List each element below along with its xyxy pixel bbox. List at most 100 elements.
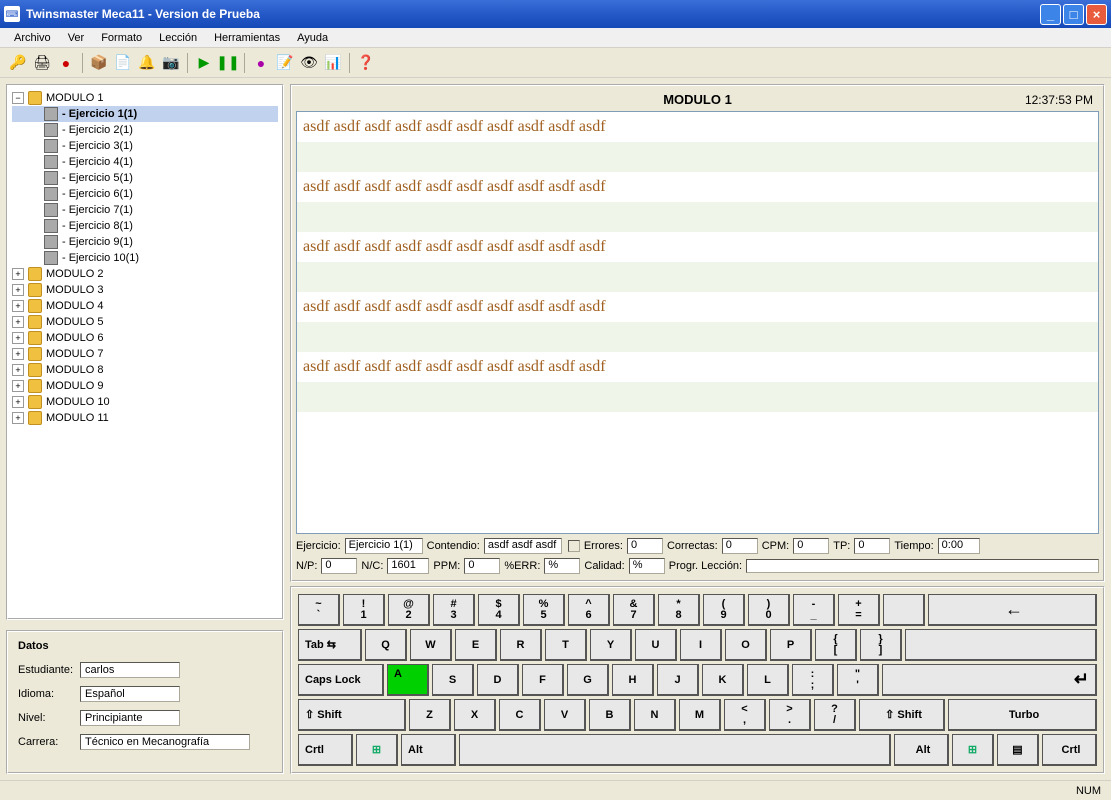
key-lalt[interactable]: Alt	[401, 734, 456, 766]
tree-exercise[interactable]: - Ejercicio 9(1)	[12, 234, 278, 250]
key-enter[interactable]: ↵	[882, 664, 1097, 696]
menu-archivo[interactable]: Archivo	[6, 30, 59, 46]
key-menu[interactable]: ▤	[997, 734, 1039, 766]
expand-icon[interactable]: +	[12, 364, 24, 376]
key-capslock[interactable]: Caps Lock	[298, 664, 384, 696]
tree-exercise[interactable]: - Ejercicio 7(1)	[12, 202, 278, 218]
key-j[interactable]: J	[657, 664, 699, 696]
key-ralt[interactable]: Alt	[894, 734, 949, 766]
menu-leccion[interactable]: Lección	[151, 30, 205, 46]
key-8[interactable]: *8	[658, 594, 700, 626]
key-blank2[interactable]	[905, 629, 1097, 661]
key-a[interactable]: A	[387, 664, 429, 696]
tree-module[interactable]: +MODULO 3	[12, 282, 278, 298]
tree-exercise[interactable]: - Ejercicio 3(1)	[12, 138, 278, 154]
key-lbracket[interactable]: {[	[815, 629, 857, 661]
tree-module[interactable]: +MODULO 2	[12, 266, 278, 282]
tree-module[interactable]: +MODULO 10	[12, 394, 278, 410]
key-t[interactable]: T	[545, 629, 587, 661]
key-4[interactable]: $4	[478, 594, 520, 626]
key-p[interactable]: P	[770, 629, 812, 661]
key-rwin[interactable]: ⊞	[952, 734, 994, 766]
tree-module[interactable]: +MODULO 8	[12, 362, 278, 378]
key-equals[interactable]: +=	[838, 594, 880, 626]
key-c[interactable]: C	[499, 699, 541, 731]
tree-exercise[interactable]: - Ejercicio 2(1)	[12, 122, 278, 138]
tree-exercise[interactable]: - Ejercicio 5(1)	[12, 170, 278, 186]
key-backtick[interactable]: ~`	[298, 594, 340, 626]
tree-module-1[interactable]: − MODULO 1	[12, 90, 278, 106]
key-w[interactable]: W	[410, 629, 452, 661]
key-5[interactable]: %5	[523, 594, 565, 626]
expand-icon[interactable]: +	[12, 316, 24, 328]
key-h[interactable]: H	[612, 664, 654, 696]
key-o[interactable]: O	[725, 629, 767, 661]
key-v[interactable]: V	[544, 699, 586, 731]
key-f[interactable]: F	[522, 664, 564, 696]
edit-icon[interactable]: 📝	[275, 53, 295, 73]
key-0[interactable]: )0	[748, 594, 790, 626]
idioma-field[interactable]: Español	[80, 686, 180, 702]
close-button[interactable]: ×	[1086, 4, 1107, 25]
expand-icon[interactable]: +	[12, 300, 24, 312]
key-7[interactable]: &7	[613, 594, 655, 626]
key-lctrl[interactable]: Crtl	[298, 734, 353, 766]
text-box[interactable]: asdf asdf asdf asdf asdf asdf asdf asdf …	[296, 111, 1099, 534]
key-e[interactable]: E	[455, 629, 497, 661]
key-period[interactable]: >.	[769, 699, 811, 731]
estudiante-field[interactable]: carlos	[80, 662, 180, 678]
tree-module[interactable]: +MODULO 7	[12, 346, 278, 362]
key-q[interactable]: Q	[365, 629, 407, 661]
pause-icon[interactable]: ❚❚	[218, 53, 238, 73]
tree-exercise[interactable]: - Ejercicio 8(1)	[12, 218, 278, 234]
key-r[interactable]: R	[500, 629, 542, 661]
key-k[interactable]: K	[702, 664, 744, 696]
tree-module[interactable]: +MODULO 4	[12, 298, 278, 314]
key-b[interactable]: B	[589, 699, 631, 731]
expand-icon[interactable]: +	[12, 412, 24, 424]
content-icon[interactable]	[568, 540, 580, 552]
key-lwin[interactable]: ⊞	[356, 734, 398, 766]
tree-module[interactable]: +MODULO 6	[12, 330, 278, 346]
key-x[interactable]: X	[454, 699, 496, 731]
minimize-button[interactable]: _	[1040, 4, 1061, 25]
key-comma[interactable]: <,	[724, 699, 766, 731]
key-1[interactable]: !1	[343, 594, 385, 626]
key-m[interactable]: M	[679, 699, 721, 731]
key-rshift[interactable]: ⇧ Shift	[859, 699, 945, 731]
ball-icon[interactable]: ●	[251, 53, 271, 73]
key-rbracket[interactable]: }]	[860, 629, 902, 661]
key-turbo[interactable]: Turbo	[948, 699, 1097, 731]
stop-icon[interactable]: ●	[56, 53, 76, 73]
key-g[interactable]: G	[567, 664, 609, 696]
menu-ver[interactable]: Ver	[60, 30, 93, 46]
key-quote[interactable]: "'	[837, 664, 879, 696]
key-backspace[interactable]: ←	[928, 594, 1097, 626]
key-minus[interactable]: -_	[793, 594, 835, 626]
nivel-field[interactable]: Principiante	[80, 710, 180, 726]
menu-ayuda[interactable]: Ayuda	[289, 30, 336, 46]
key-y[interactable]: Y	[590, 629, 632, 661]
expand-icon[interactable]: +	[12, 332, 24, 344]
key-n[interactable]: N	[634, 699, 676, 731]
key-space[interactable]	[459, 734, 891, 766]
key-semicolon[interactable]: :;	[792, 664, 834, 696]
tree-module[interactable]: +MODULO 5	[12, 314, 278, 330]
expand-icon[interactable]: +	[12, 268, 24, 280]
eye-icon[interactable]: 👁	[299, 53, 319, 73]
chart-icon[interactable]: 📊	[323, 53, 343, 73]
key-3[interactable]: #3	[433, 594, 475, 626]
key-rctrl[interactable]: Crtl	[1042, 734, 1097, 766]
key-l[interactable]: L	[747, 664, 789, 696]
menu-herramientas[interactable]: Herramientas	[206, 30, 288, 46]
tree-exercise[interactable]: - Ejercicio 6(1)	[12, 186, 278, 202]
carrera-field[interactable]: Técnico en Mecanografía	[80, 734, 250, 750]
tree-exercise[interactable]: - Ejercicio 10(1)	[12, 250, 278, 266]
module-tree[interactable]: − MODULO 1 - Ejercicio 1(1)- Ejercicio 2…	[6, 84, 284, 620]
print-icon[interactable]: 🖨	[32, 53, 52, 73]
collapse-icon[interactable]: −	[12, 92, 24, 104]
menu-formato[interactable]: Formato	[93, 30, 150, 46]
expand-icon[interactable]: +	[12, 348, 24, 360]
tree-module[interactable]: +MODULO 9	[12, 378, 278, 394]
key-2[interactable]: @2	[388, 594, 430, 626]
